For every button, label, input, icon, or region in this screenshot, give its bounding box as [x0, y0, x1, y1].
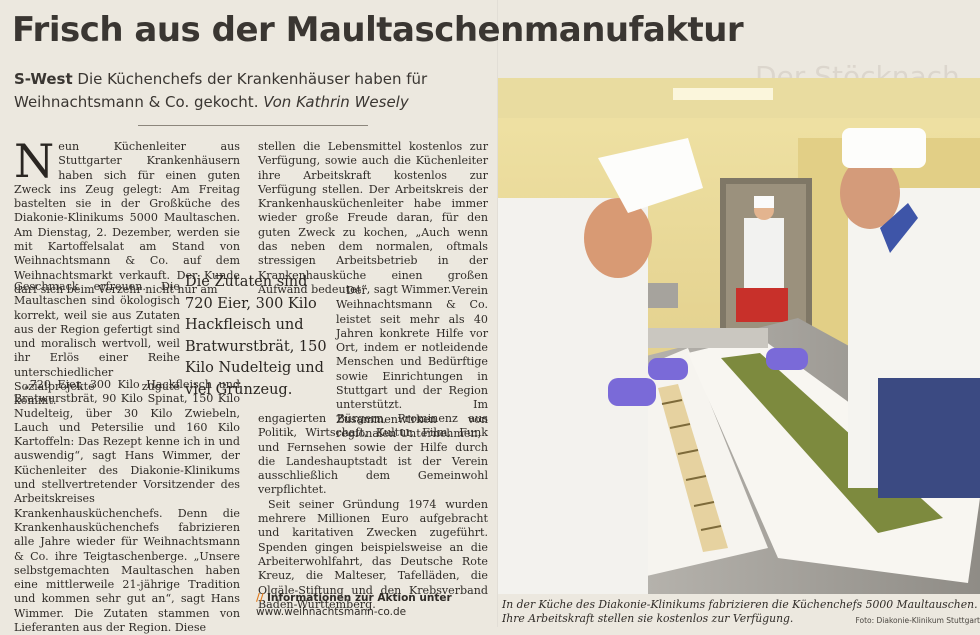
rubric-label: S-West	[14, 70, 73, 88]
paragraph-4-cont: engagierten Bürgern, Prominenz aus Polit…	[258, 412, 488, 497]
chef-left-glove	[608, 378, 656, 406]
info-label: Informationen zur Aktion unter	[267, 592, 452, 604]
chef-left-face	[584, 198, 652, 278]
drop-cap: N	[14, 134, 55, 188]
paragraph-3: stellen die Lebensmittel kostenlos zur V…	[258, 140, 488, 296]
chef-right-hat	[842, 128, 926, 168]
paragraph-2: „720 Eier, 300 Kilo Hackfleisch und Brat…	[14, 378, 240, 635]
background-chef	[744, 218, 784, 288]
chef-right-apron	[878, 378, 980, 498]
author-byline: Von Kathrin Wesely	[263, 93, 409, 111]
headline: Frisch aus der Maultaschenmanufaktur	[12, 10, 744, 50]
kitchen-photo	[498, 78, 980, 594]
background-chef-hat	[754, 196, 774, 208]
info-marker: //	[256, 592, 264, 604]
ceiling-light	[673, 88, 773, 100]
article-column-1-bottom: „720 Eier, 300 Kilo Hackfleisch und Brat…	[14, 378, 240, 635]
photo-credit: Foto: Diakonie-Klinikum Stuttgart	[855, 616, 980, 625]
article-column-2-top: stellen die Lebensmittel kostenlos zur V…	[258, 140, 488, 297]
deck-rule	[138, 125, 368, 126]
chef-left-glove-2	[648, 358, 688, 380]
chef-right-glove	[766, 348, 808, 370]
steel-tray	[648, 328, 768, 348]
red-crate	[736, 288, 788, 322]
article-column-2-bottom: engagierten Bürgern, Prominenz aus Polit…	[258, 412, 488, 612]
deck: S-West Die Küchenchefs der Krankenhäuser…	[14, 68, 494, 114]
info-url[interactable]: www.weihnachtsmann-co.de	[256, 606, 406, 618]
info-box: // Informationen zur Aktion unter www.we…	[256, 591, 496, 619]
kitchen-photo-illustration	[498, 78, 980, 594]
